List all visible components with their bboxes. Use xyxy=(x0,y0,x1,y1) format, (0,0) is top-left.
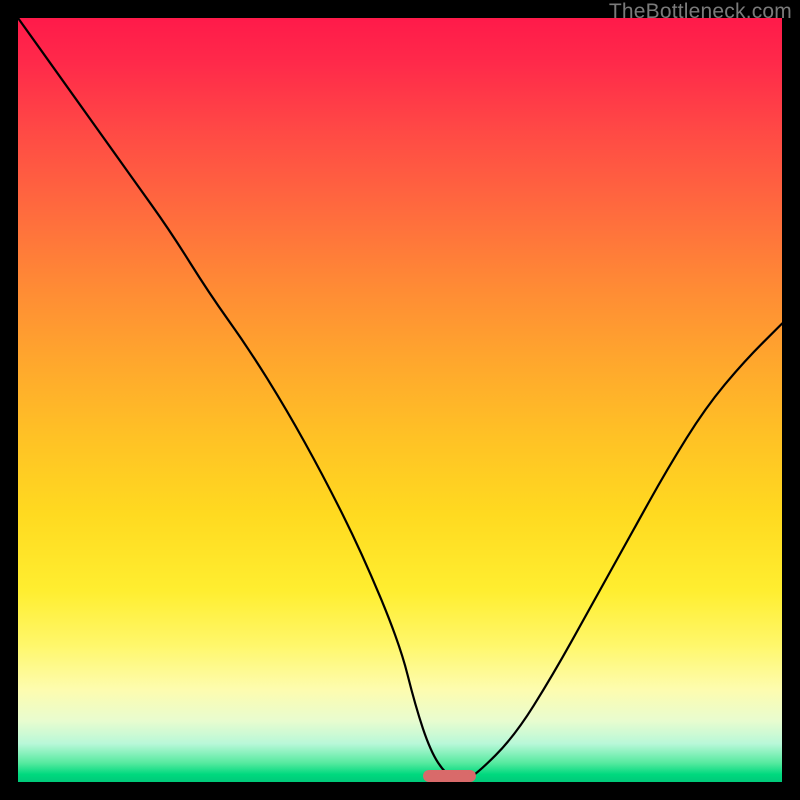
optimal-marker xyxy=(423,770,476,782)
curve-path xyxy=(18,18,782,780)
bottleneck-curve xyxy=(18,18,782,782)
chart-container: TheBottleneck.com xyxy=(0,0,800,800)
plot-area xyxy=(18,18,782,782)
